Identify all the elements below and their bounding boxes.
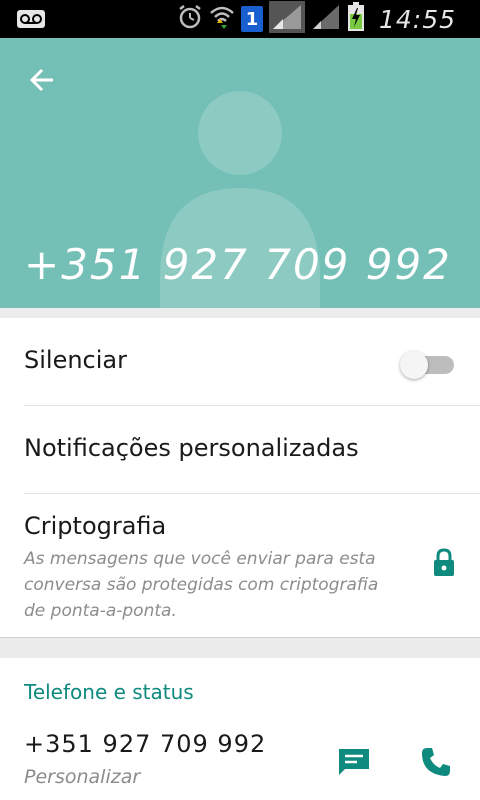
custom-notifications-label: Notificações personalizadas <box>24 434 359 462</box>
signal-icon <box>268 1 305 37</box>
call-button[interactable] <box>414 742 458 782</box>
voicemail-icon <box>16 9 46 33</box>
settings-card: Silenciar Notificações personalizadas Cr… <box>0 318 480 638</box>
phone-status-card: Telefone e status +351 927 709 992 Perso… <box>0 658 480 800</box>
status-bar: 1 14:55 <box>0 0 480 38</box>
mute-row[interactable]: Silenciar <box>0 318 480 406</box>
back-button[interactable] <box>20 62 64 98</box>
alarm-icon <box>177 4 203 34</box>
encryption-label: Criptografia <box>24 512 167 540</box>
encryption-description: As mensagens que você enviar para esta c… <box>24 549 379 621</box>
phone-status: Personalizar <box>24 766 141 788</box>
mute-toggle[interactable] <box>400 350 456 379</box>
section-title: Telefone e status <box>24 680 194 704</box>
signal-icon <box>311 3 341 35</box>
message-icon <box>339 749 369 775</box>
lock-icon <box>432 548 456 582</box>
custom-notifications-row[interactable]: Notificações personalizadas <box>0 406 480 494</box>
message-button[interactable] <box>332 742 376 782</box>
mute-label: Silenciar <box>24 346 127 374</box>
battery-charging-icon <box>347 2 365 36</box>
contact-header: +351 927 709 992 <box>0 38 480 308</box>
sim-badge: 1 <box>240 6 263 32</box>
toggle-thumb <box>400 351 428 379</box>
arrow-back-icon <box>29 68 53 92</box>
phone-number[interactable]: +351 927 709 992 <box>24 730 266 758</box>
wifi-icon <box>209 3 235 35</box>
clock: 14:55 <box>378 4 456 34</box>
phone-icon <box>422 748 450 776</box>
contact-title: +351 927 709 992 <box>24 240 452 289</box>
